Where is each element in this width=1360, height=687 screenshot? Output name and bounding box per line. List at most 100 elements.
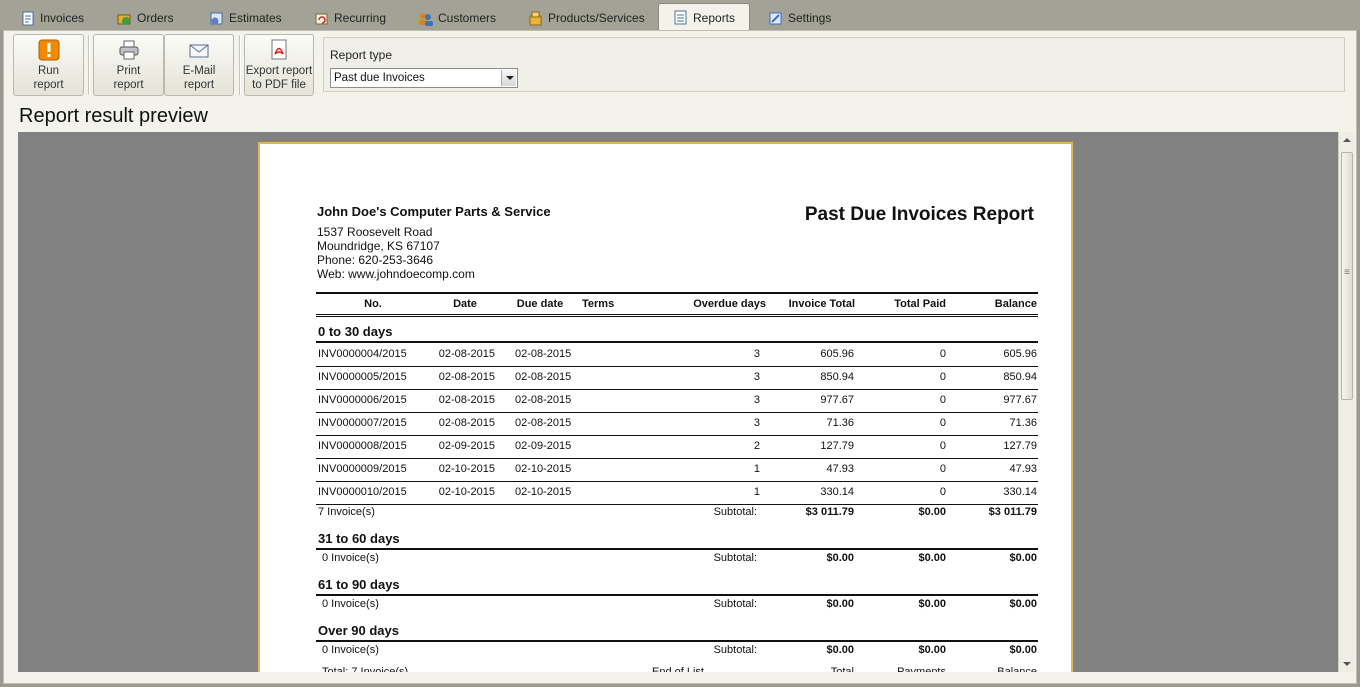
footer-total-label: Total <box>830 666 854 672</box>
vertical-scrollbar[interactable] <box>1338 132 1355 672</box>
tab-bar: Invoices Orders Estimates Recurring Cust… <box>0 0 1360 31</box>
column-header: Balance <box>994 298 1037 310</box>
tab-recurring[interactable]: Recurring <box>308 6 408 30</box>
table-cell: 2 <box>753 440 760 452</box>
table-cell: 02-08-2015 <box>438 417 495 429</box>
envelope-icon <box>188 39 210 61</box>
tab-products-services[interactable]: Products/Services <box>522 6 657 30</box>
table-cell: 02-08-2015 <box>515 371 572 383</box>
company-address-line: 1537 Roosevelt Road <box>317 225 433 239</box>
warning-icon <box>38 39 60 61</box>
invoice-count: 7 Invoice(s) <box>318 506 375 518</box>
table-cell: 02-10-2015 <box>438 463 495 475</box>
estimates-icon <box>209 11 224 26</box>
table-cell: INV0000005/2015 <box>318 371 407 383</box>
table-cell: INV0000006/2015 <box>318 394 407 406</box>
table-cell: 850.94 <box>820 371 854 383</box>
table-cell: 977.67 <box>1003 394 1037 406</box>
subtotal-balance: $3 011.79 <box>988 506 1037 518</box>
subtotal-label: Subtotal: <box>713 644 757 656</box>
tab-label: Reports <box>693 10 736 25</box>
table-cell: 47.93 <box>826 463 854 475</box>
table-cell: 02-10-2015 <box>515 486 572 498</box>
export-label-1: Export report <box>245 65 313 77</box>
row-divider <box>316 458 1038 459</box>
table-cell: 0 <box>939 417 946 429</box>
reports-panel: Run report Print report E-Mail report Ex… <box>3 30 1357 684</box>
tab-invoices[interactable]: Invoices <box>14 6 104 30</box>
table-cell: 0 <box>939 440 946 452</box>
row-divider <box>316 435 1038 436</box>
table-cell: 71.36 <box>1009 417 1037 429</box>
subtotal-label: Subtotal: <box>713 506 757 518</box>
group-heading: 0 to 30 days <box>318 324 393 339</box>
tab-orders[interactable]: Orders <box>111 6 201 30</box>
table-cell: 605.96 <box>820 348 854 360</box>
row-divider <box>316 292 1038 294</box>
table-cell: INV0000010/2015 <box>318 486 407 498</box>
row-divider <box>316 640 1038 642</box>
export-pdf-button[interactable]: Export report to PDF file <box>244 34 314 96</box>
subtotal-balance: $0.00 <box>1009 552 1037 564</box>
subtotal-balance: $0.00 <box>1009 644 1037 656</box>
table-cell: 02-08-2015 <box>515 394 572 406</box>
table-cell: 0 <box>939 463 946 475</box>
column-header: Total Paid <box>894 298 946 310</box>
table-cell: 47.93 <box>1009 463 1037 475</box>
column-header: Date <box>453 298 477 310</box>
pdf-icon <box>268 39 290 61</box>
table-cell: 330.14 <box>820 486 854 498</box>
email-report-button[interactable]: E-Mail report <box>164 34 234 96</box>
table-cell: INV0000008/2015 <box>318 440 407 452</box>
row-divider <box>316 594 1038 596</box>
report-preview-area: John Doe's Computer Parts & Service 1537… <box>18 132 1338 672</box>
table-cell: 3 <box>753 371 760 383</box>
report-type-panel: Report type Past due Invoices <box>323 37 1345 92</box>
column-header: No. <box>364 298 382 310</box>
column-header: Overdue days <box>693 298 766 310</box>
tab-label: Settings <box>788 11 832 25</box>
subtotal-invoice-total: $3 011.79 <box>805 506 854 518</box>
subtotal-total-paid: $0.00 <box>918 644 946 656</box>
table-cell: 02-08-2015 <box>438 371 495 383</box>
scroll-up-icon[interactable] <box>1343 138 1351 142</box>
scroll-thumb[interactable] <box>1341 152 1353 400</box>
tab-reports[interactable]: Reports <box>658 3 750 31</box>
footer-payments-label: Payments <box>897 666 946 672</box>
group-heading: Over 90 days <box>318 623 399 638</box>
table-cell: 0 <box>939 348 946 360</box>
run-label-2: report <box>33 79 64 91</box>
subtotal-label: Subtotal: <box>713 598 757 610</box>
print-report-button[interactable]: Print report <box>93 34 164 96</box>
tab-settings[interactable]: Settings <box>762 6 852 30</box>
toolbar-separator <box>88 35 90 95</box>
print-label-2: report <box>113 79 144 91</box>
invoice-count: 0 Invoice(s) <box>322 644 379 656</box>
settings-icon <box>768 11 783 26</box>
table-cell: 127.79 <box>820 440 854 452</box>
report-title: Past Due Invoices Report <box>804 204 1034 225</box>
run-report-button[interactable]: Run report <box>13 34 84 96</box>
tab-label: Products/Services <box>548 11 645 25</box>
table-cell: 0 <box>939 394 946 406</box>
table-cell: 1 <box>753 486 760 498</box>
tab-estimates[interactable]: Estimates <box>203 6 303 30</box>
row-divider <box>316 412 1038 413</box>
subtotal-total-paid: $0.00 <box>918 552 946 564</box>
group-heading: 31 to 60 days <box>318 531 400 546</box>
tab-customers[interactable]: Customers <box>412 6 517 30</box>
table-cell: 02-08-2015 <box>515 348 572 360</box>
table-cell: 02-08-2015 <box>438 394 495 406</box>
invoice-count: 0 Invoice(s) <box>322 598 379 610</box>
column-header: Due date <box>516 298 564 310</box>
company-web: Web: www.johndoecomp.com <box>317 267 475 281</box>
tab-label: Invoices <box>40 11 85 25</box>
scroll-down-icon[interactable] <box>1343 662 1351 666</box>
chevron-down-icon[interactable] <box>501 70 516 86</box>
table-cell: 0 <box>939 371 946 383</box>
products-icon <box>528 11 543 26</box>
company-address-line: Moundridge, KS 67107 <box>317 239 440 253</box>
subtotal-invoice-total: $0.00 <box>826 644 854 656</box>
report-type-select[interactable]: Past due Invoices <box>330 68 518 88</box>
invoices-icon <box>20 11 35 26</box>
